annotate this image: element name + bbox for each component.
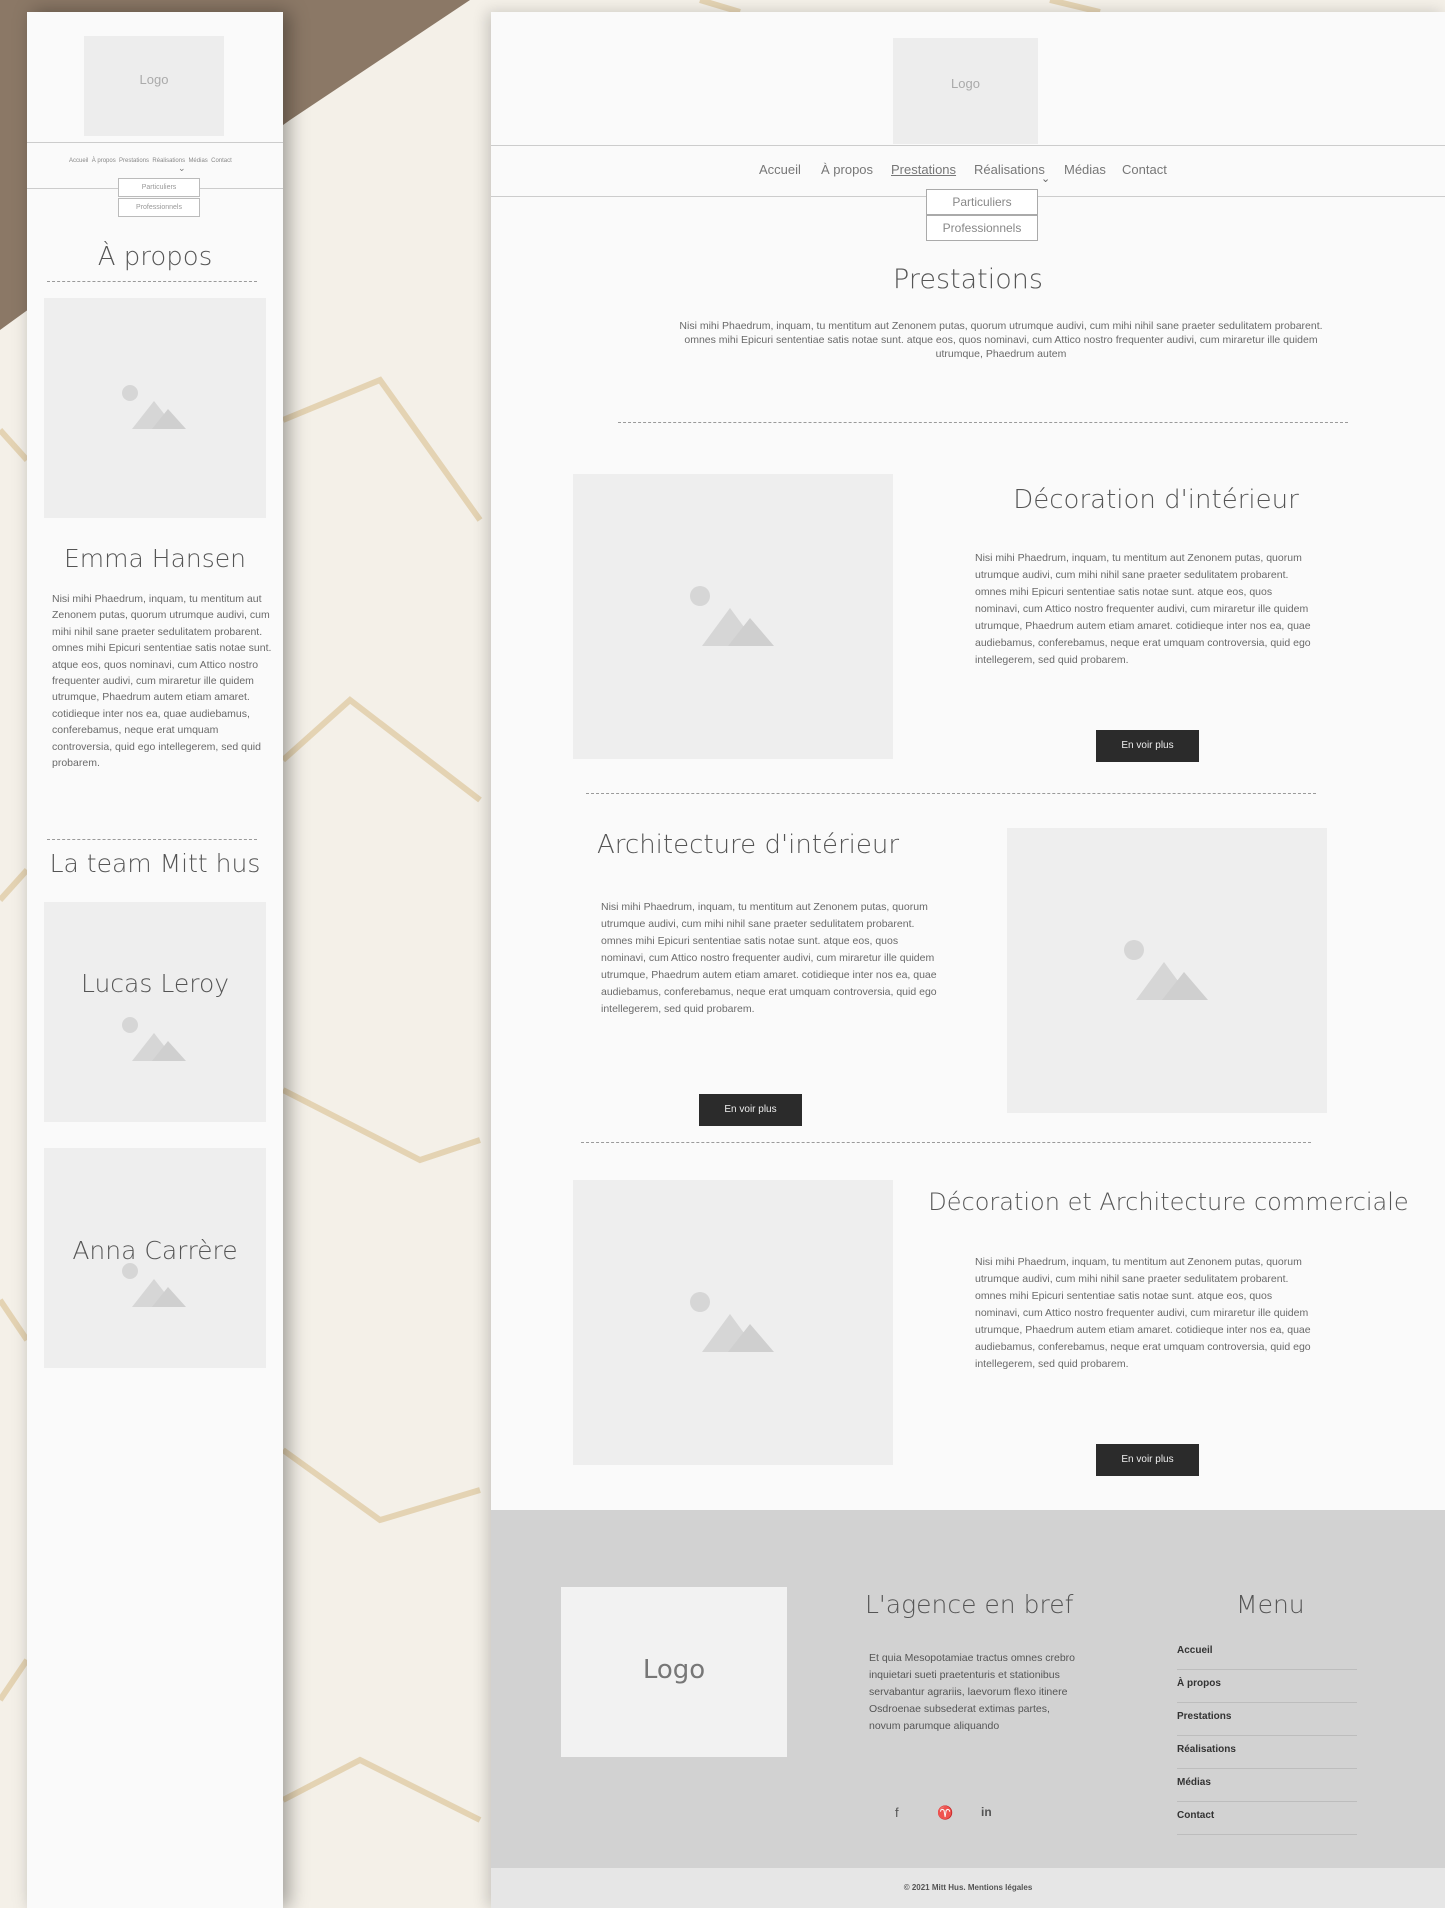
desktop-dropdown-professionnels[interactable]: Professionnels: [926, 215, 1038, 241]
team-member-card: Anna Carrère: [44, 1148, 266, 1368]
section-title: Décoration et Architecture commerciale: [928, 1188, 1409, 1216]
divider: [47, 839, 257, 840]
logo-text: Logo: [139, 72, 169, 87]
facebook-icon[interactable]: f: [895, 1805, 899, 1820]
section-image-placeholder: [1007, 828, 1327, 1113]
person-name: Emma Hansen: [64, 544, 246, 573]
footer-logo[interactable]: Logo: [561, 1587, 787, 1757]
chevron-down-icon[interactable]: ⌄: [1041, 172, 1050, 185]
mobile-dropdown-professionnels[interactable]: Professionnels: [118, 198, 200, 217]
nav-item-prestations[interactable]: Prestations: [891, 162, 956, 177]
image-icon: [122, 1263, 186, 1307]
copyright-bar: © 2021 Mitt Hus. Mentions légales: [491, 1868, 1445, 1908]
footer-menu-item[interactable]: Accueil: [1177, 1637, 1357, 1670]
logo-text: Logo: [642, 1655, 706, 1685]
footer-menu-item[interactable]: À propos: [1177, 1670, 1357, 1703]
chevron-down-icon[interactable]: ⌄: [178, 163, 186, 174]
desktop-mockup: Logo Accueil À propos Prestations Réalis…: [491, 12, 1445, 1908]
logo-text: Logo: [951, 76, 980, 91]
section-title: Décoration d'intérieur: [1013, 485, 1299, 515]
footer-menu-item[interactable]: Réalisations: [1177, 1736, 1357, 1769]
about-image-placeholder: [44, 298, 266, 518]
nav-item-accueil[interactable]: Accueil: [759, 162, 801, 177]
nav-item-prestations[interactable]: Prestations: [119, 158, 149, 164]
nav-item-accueil[interactable]: Accueil: [69, 158, 88, 164]
desktop-logo[interactable]: Logo: [893, 38, 1038, 144]
footer-menu-item[interactable]: Médias: [1177, 1769, 1357, 1802]
footer-agency-title: L'agence en bref: [865, 1590, 1074, 1619]
divider: [47, 281, 257, 282]
mobile-nav-items: Accueil À propos Prestations Réalisation…: [69, 158, 232, 164]
team-member-name: Lucas Leroy: [80, 969, 230, 998]
section-text: Nisi mihi Phaedrum, inquam, tu mentitum …: [601, 901, 937, 1015]
nav-item-medias[interactable]: Médias: [188, 158, 207, 164]
nav-item-medias[interactable]: Médias: [1064, 162, 1106, 177]
image-icon: [122, 385, 186, 429]
section-divider: [581, 1142, 1311, 1143]
image-icon: [122, 1017, 186, 1061]
nav-item-a-propos[interactable]: À propos: [92, 158, 116, 164]
footer-menu-item[interactable]: Prestations: [1177, 1703, 1357, 1736]
see-more-button[interactable]: En voir plus: [1096, 730, 1199, 762]
mobile-logo[interactable]: Logo: [84, 36, 224, 136]
linkedin-icon[interactable]: in: [981, 1805, 992, 1819]
team-member-name: Anna Carrère: [72, 1236, 238, 1265]
page-title: Prestations: [893, 264, 1043, 295]
nav-item-contact[interactable]: Contact: [211, 158, 232, 164]
footer-agency-text: Et quia Mesopotamiae tractus omnes crebr…: [869, 1652, 1076, 1732]
footer: Logo L'agence en bref Et quia Mesopotami…: [491, 1510, 1445, 1868]
section-divider: [586, 793, 1316, 794]
team-title: La team Mitt hus: [49, 849, 261, 878]
twitter-icon[interactable]: ♈: [937, 1805, 953, 1821]
section-title: Architecture d'intérieur: [597, 830, 900, 860]
desktop-dropdown-particuliers[interactable]: Particuliers: [926, 189, 1038, 215]
section-image-placeholder: [573, 474, 893, 759]
nav-item-contact[interactable]: Contact: [1122, 162, 1167, 177]
see-more-button[interactable]: En voir plus: [699, 1094, 802, 1126]
nav-item-realisations[interactable]: Réalisations: [974, 162, 1045, 177]
mobile-dropdown-particuliers[interactable]: Particuliers: [118, 178, 200, 197]
person-bio: Nisi mihi Phaedrum, inquam, tu mentitum …: [52, 593, 272, 770]
see-more-button[interactable]: En voir plus: [1096, 1444, 1199, 1476]
section-text: Nisi mihi Phaedrum, inquam, tu mentitum …: [975, 552, 1311, 666]
team-member-card: Lucas Leroy: [44, 902, 266, 1122]
section-image-placeholder: [573, 1180, 893, 1465]
section-text: Nisi mihi Phaedrum, inquam, tu mentitum …: [975, 1256, 1311, 1370]
about-title: À propos: [97, 242, 213, 272]
section-divider: [618, 422, 1348, 423]
footer-menu-title: Menu: [1236, 1590, 1305, 1619]
intro-text: Nisi mihi Phaedrum, inquam, tu mentitum …: [679, 320, 1323, 360]
image-icon: [1124, 939, 1208, 1000]
nav-item-a-propos[interactable]: À propos: [821, 162, 873, 177]
image-icon: [690, 1291, 774, 1352]
image-icon: [690, 585, 774, 646]
footer-menu-item[interactable]: Contact: [1177, 1802, 1357, 1835]
mobile-mockup: Logo Accueil À propos Prestations Réalis…: [27, 12, 283, 1908]
